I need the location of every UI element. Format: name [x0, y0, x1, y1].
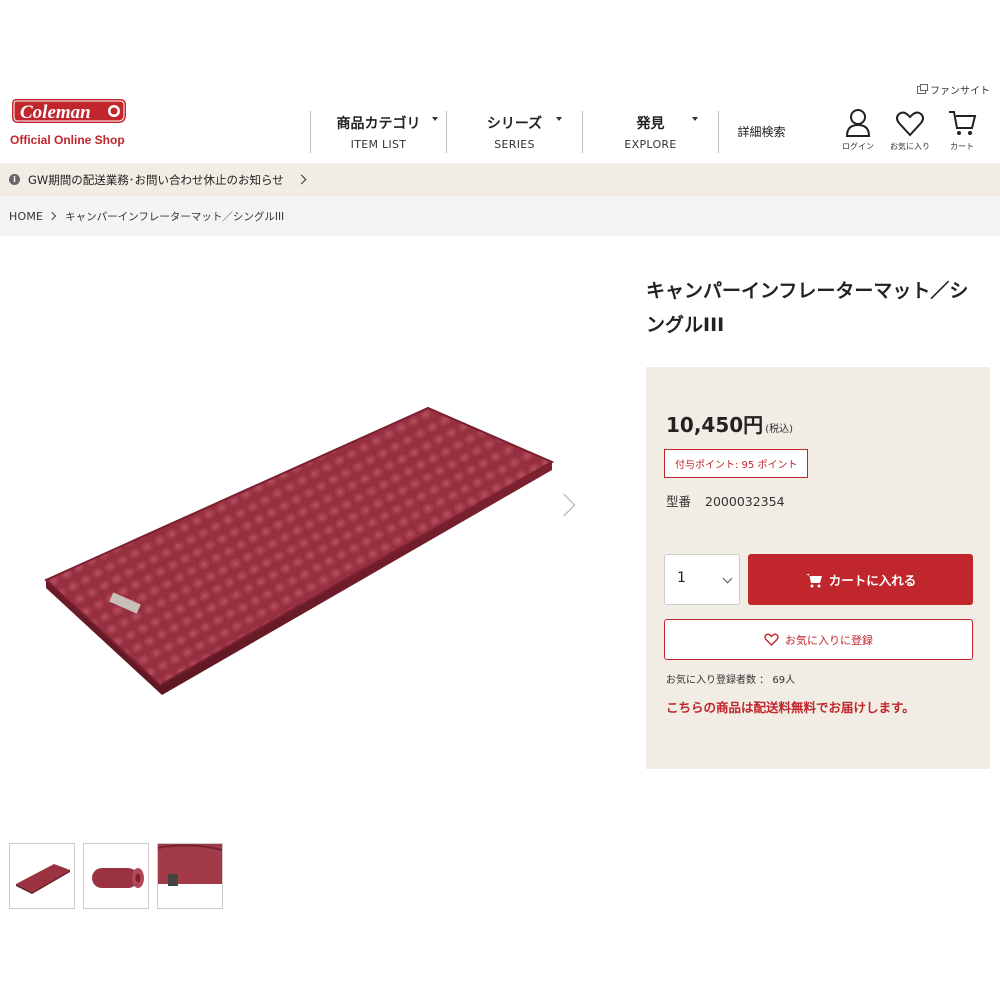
thumbnail-valve[interactable]: [157, 843, 223, 909]
heart-icon: [764, 633, 779, 646]
chevron-down-icon: [722, 573, 733, 584]
caret-down-icon: [692, 117, 698, 121]
breadcrumb-home[interactable]: HOME: [9, 210, 43, 223]
advanced-search-link[interactable]: 詳細検索: [718, 111, 804, 153]
thumbnail-mat[interactable]: [9, 843, 75, 909]
model-value: 2000032354: [705, 494, 785, 509]
quantity-select[interactable]: 1: [664, 554, 740, 605]
favorites-button[interactable]: お気に入り: [884, 108, 936, 152]
breadcrumb: HOME キャンパーインフレーターマット／シングルIII: [0, 196, 1000, 236]
login-button[interactable]: ログイン: [832, 108, 884, 152]
caret-down-icon: [556, 117, 562, 121]
free-shipping-note: こちらの商品は配送料無料でお届けします。: [666, 700, 915, 715]
advanced-search-label: 詳細検索: [737, 125, 786, 139]
global-nav: 商品カテゴリ ITEM LIST シリーズ SERIES 発見 EXPLORE …: [310, 111, 804, 153]
svg-text:Coleman: Coleman: [20, 102, 91, 123]
cart-label: カート: [950, 142, 974, 151]
breadcrumb-current: キャンパーインフレーターマット／シングルIII: [65, 210, 285, 223]
add-to-cart-button[interactable]: カートに入れる: [748, 554, 973, 605]
chevron-right-icon: [47, 211, 57, 221]
points-badge: 付与ポイント: 95 ポイント: [664, 449, 809, 478]
user-icon: [845, 109, 871, 137]
caret-down-icon: [432, 117, 438, 121]
cart-icon: [805, 573, 822, 587]
login-label: ログイン: [842, 142, 874, 151]
coleman-logo[interactable]: Coleman Official Online Shop: [10, 93, 130, 147]
add-to-cart-label: カートに入れる: [828, 573, 917, 588]
price-value: 10,450円: [666, 413, 764, 437]
heart-icon: [896, 111, 924, 137]
product-main-image[interactable]: [40, 390, 560, 700]
info-icon: i: [9, 174, 20, 185]
favorites-label: お気に入り: [890, 142, 930, 151]
model-number: 型番 2000032354: [666, 491, 785, 510]
nav-label: シリーズ: [486, 116, 543, 132]
price: 10,450円 (税込): [666, 409, 793, 438]
cart-icon: [949, 111, 977, 135]
add-to-favorites-button[interactable]: お気に入りに登録: [664, 619, 973, 660]
thumbnail-rolled[interactable]: [83, 843, 149, 909]
nav-item-series[interactable]: シリーズ SERIES: [446, 111, 582, 153]
fan-site-link[interactable]: ファンサイト: [917, 82, 990, 97]
notice-text: GW期間の配送業務･お問い合わせ休止のお知らせ: [28, 172, 284, 187]
nav-item-category[interactable]: 商品カテゴリ ITEM LIST: [310, 111, 446, 153]
logo-subtitle: Official Online Shop: [10, 133, 125, 147]
model-label: 型番: [666, 494, 692, 509]
product-title: キャンパーインフレーターマット／シングルIII: [646, 280, 969, 336]
notice-bar[interactable]: i GW期間の配送業務･お問い合わせ休止のお知らせ: [0, 163, 1000, 196]
nav-sublabel: SERIES: [494, 138, 535, 151]
fan-site-label: ファンサイト: [930, 86, 990, 97]
nav-item-explore[interactable]: 発見 EXPLORE: [582, 111, 718, 153]
cart-button[interactable]: カート: [936, 108, 988, 152]
nav-sublabel: ITEM LIST: [350, 138, 407, 151]
nav-label: 発見: [636, 116, 665, 132]
chevron-right-icon: [296, 174, 307, 185]
favorite-count: お気に入り登録者数 ： 69人: [666, 675, 796, 686]
external-link-icon: [917, 83, 928, 94]
nav-label: 商品カテゴリ: [336, 116, 421, 132]
nav-sublabel: EXPLORE: [624, 138, 677, 151]
header-icons: ログイン お気に入り カート: [832, 108, 988, 152]
thumbnail-list: [9, 843, 223, 909]
add-to-favorites-label: お気に入りに登録: [785, 633, 873, 647]
buy-box: 10,450円 (税込) 付与ポイント: 95 ポイント 型番 2000032354…: [646, 367, 990, 769]
tax-note: (税込): [765, 424, 793, 435]
quantity-value: 1: [677, 570, 686, 586]
